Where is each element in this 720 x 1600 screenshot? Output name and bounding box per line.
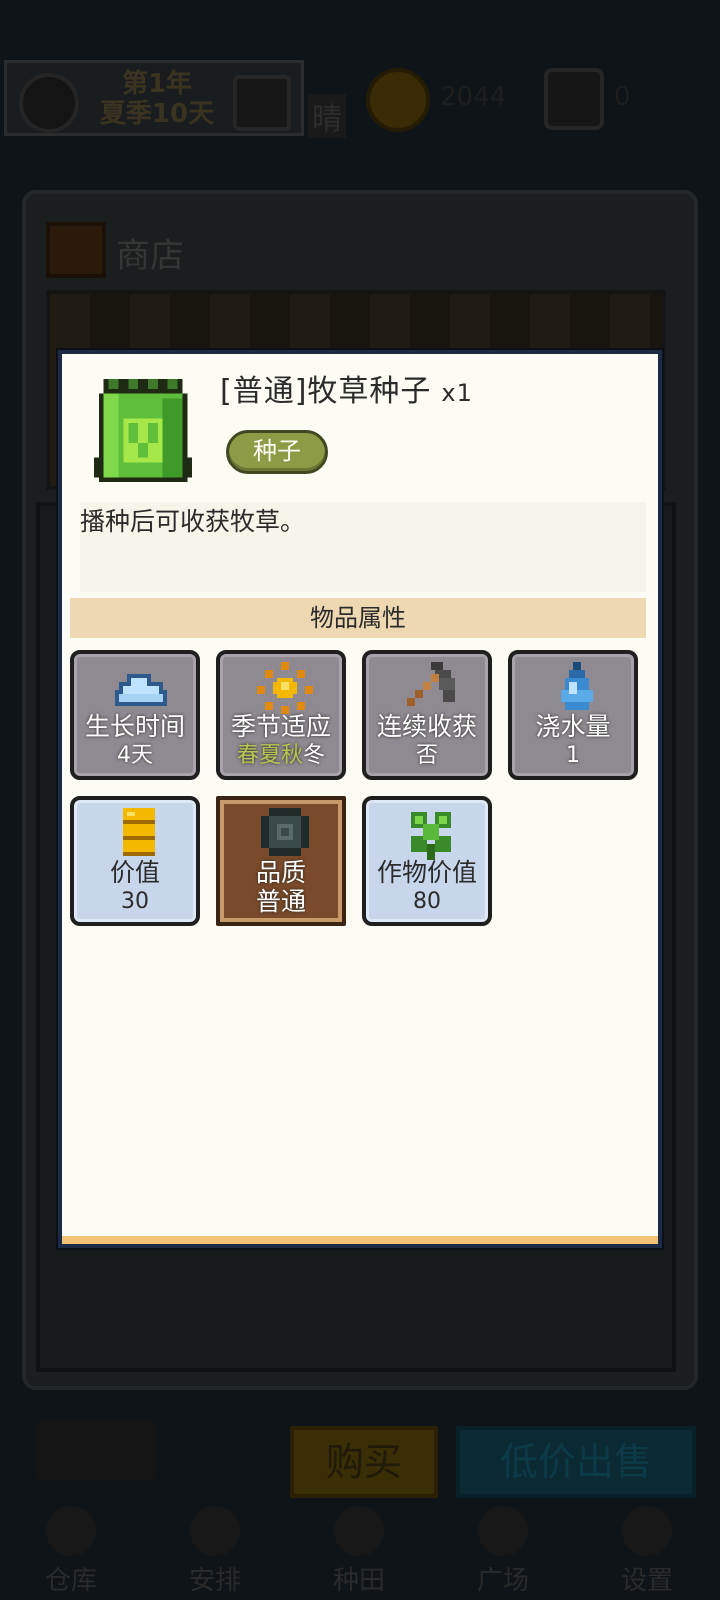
- attributes-header: 物品属性: [70, 598, 646, 638]
- nav-label: 设置: [620, 1566, 673, 1596]
- nav-label: 广场: [476, 1566, 529, 1596]
- attr-water-amount: 浇水量 1: [508, 650, 638, 780]
- seasons-suitable: 春夏秋: [236, 743, 303, 768]
- attr-label: 浇水量: [535, 712, 611, 741]
- nav-label: 仓库: [44, 1566, 97, 1596]
- nav-item-farm[interactable]: 种田: [294, 1500, 424, 1596]
- attr-value: 80: [413, 889, 441, 914]
- arrange-icon: [190, 1506, 240, 1556]
- date-year: 第1年: [121, 69, 193, 99]
- nav-label: 种田: [332, 1566, 385, 1596]
- shop-header: 商店: [42, 214, 682, 284]
- nav-item-warehouse[interactable]: 仓库: [6, 1500, 136, 1596]
- seed-bag-icon: [93, 378, 193, 483]
- date-season-day: 夏季10天: [99, 99, 215, 129]
- shop-icon: [46, 222, 106, 278]
- attr-value: 4天: [117, 743, 153, 768]
- attr-value: 春夏秋冬: [220, 742, 342, 770]
- attr-label: 生长时间: [84, 712, 185, 741]
- weather-label: 晴: [308, 94, 346, 138]
- farm-icon: [334, 1506, 384, 1556]
- plaza-icon: [478, 1506, 528, 1556]
- coin-icon: [366, 68, 430, 132]
- gem-value: 0: [614, 82, 631, 112]
- clock-icon: [19, 73, 79, 133]
- item-category-tag: 种子: [226, 430, 328, 474]
- nav-label: 安排: [188, 1566, 241, 1596]
- item-description: 播种后可收获牧草。: [80, 502, 646, 592]
- seasons-unsuitable: 冬: [303, 743, 326, 768]
- attr-value-price: 价值 30: [70, 796, 200, 926]
- coin-value: 2044: [440, 82, 507, 112]
- attr-label: 价值: [109, 858, 160, 887]
- top-hud: 第1年 夏季10天 晴 2044 0: [0, 58, 720, 138]
- attr-label: 品质: [255, 858, 306, 887]
- buy-button[interactable]: 购买: [290, 1426, 438, 1498]
- attr-value: 1: [566, 743, 580, 768]
- item-quantity: x1: [441, 379, 473, 407]
- nav-item-arrange[interactable]: 安排: [150, 1500, 280, 1596]
- settings-icon: [622, 1506, 672, 1556]
- attr-value: 普通: [255, 887, 306, 916]
- item-detail-modal: [普通]牧草种子 x1 种子 播种后可收获牧草。 物品属性 生长时间 4天 季节…: [58, 350, 662, 1248]
- back-icon[interactable]: [36, 1420, 156, 1480]
- item-name: [普通]牧草种子 x1: [220, 366, 473, 410]
- item-title: [普通]牧草种子: [220, 374, 432, 409]
- attr-quality: 品质 普通: [216, 796, 346, 926]
- attr-crop-value: 作物价值 80: [362, 796, 492, 926]
- attr-continuous-harvest: 连续收获 否: [362, 650, 492, 780]
- shop-action-bar: 购买 低价出售: [0, 1420, 720, 1500]
- sell-button[interactable]: 低价出售: [456, 1426, 696, 1498]
- attr-season: 季节适应 春夏秋冬: [216, 650, 346, 780]
- bottom-nav: 仓库 安排 种田 广场 设置: [0, 1500, 720, 1600]
- gem-icon: [544, 68, 604, 130]
- modal-bottom-bar: [62, 1236, 658, 1244]
- attr-value: 否: [415, 743, 438, 768]
- date-text: 第1年 夏季10天: [87, 69, 227, 129]
- attr-label: 作物价值: [376, 858, 477, 887]
- attr-label: 季节适应: [230, 712, 331, 741]
- attr-label: 连续收获: [376, 712, 477, 741]
- nav-item-plaza[interactable]: 广场: [438, 1500, 568, 1596]
- nav-item-settings[interactable]: 设置: [582, 1500, 712, 1596]
- weather-icon: [233, 75, 291, 131]
- attr-value: 30: [121, 889, 149, 914]
- shop-title: 商店: [116, 236, 184, 276]
- attr-growth-time: 生长时间 4天: [70, 650, 200, 780]
- date-panel: 第1年 夏季10天: [4, 60, 304, 136]
- warehouse-icon: [46, 1506, 96, 1556]
